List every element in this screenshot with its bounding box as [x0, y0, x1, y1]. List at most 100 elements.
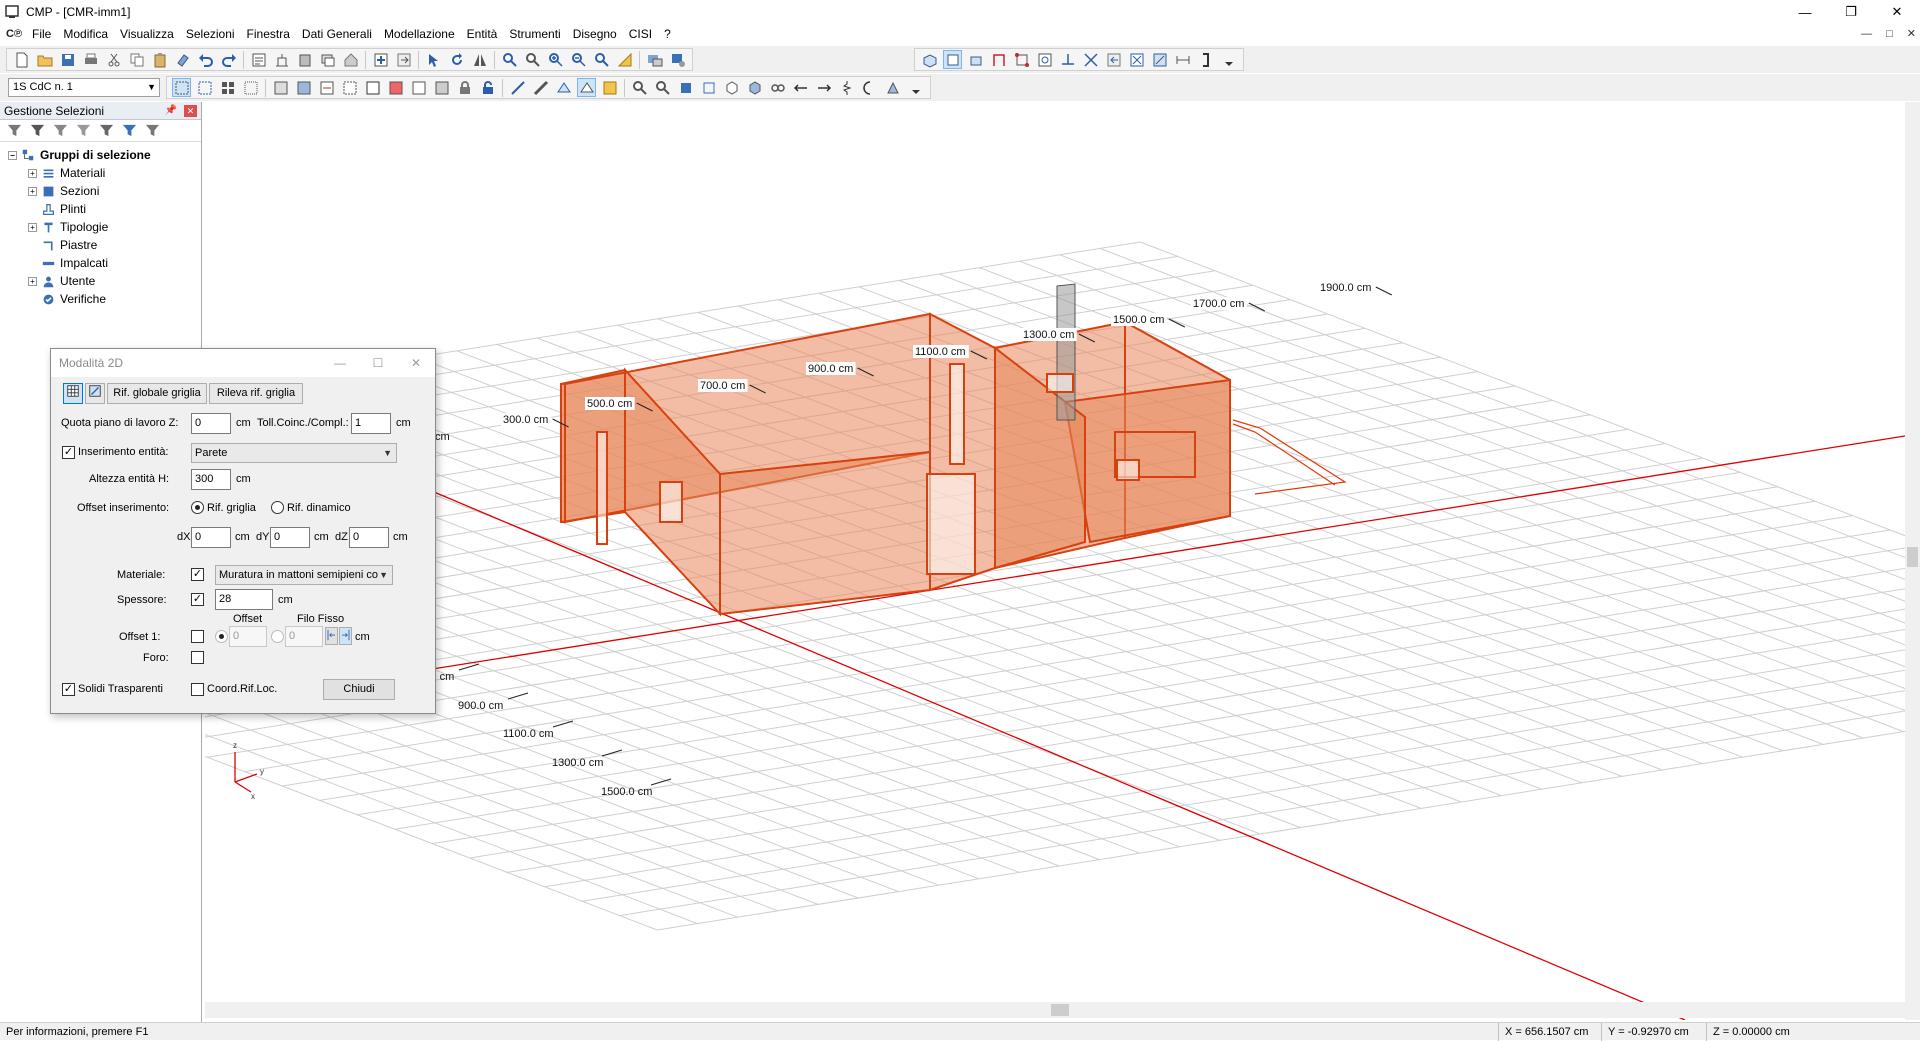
- door-front[interactable]: [926, 473, 976, 575]
- tree-item-materiali[interactable]: + Materiali: [0, 164, 201, 182]
- align-right-icon[interactable]: [339, 627, 352, 645]
- solid-view-icon[interactable]: [676, 78, 695, 97]
- more2-dropdown-icon[interactable]: [906, 78, 925, 97]
- new-file-icon[interactable]: [12, 50, 31, 69]
- dz-input[interactable]: 0: [349, 527, 389, 548]
- view-front-icon[interactable]: [943, 50, 962, 69]
- menu-finestra[interactable]: Finestra: [241, 24, 296, 44]
- menu-cisi[interactable]: CISI: [623, 24, 658, 44]
- dimension-icon[interactable]: [1173, 50, 1192, 69]
- draw-wall-icon[interactable]: [531, 78, 550, 97]
- insert-entity-select[interactable]: Parete ▼: [191, 443, 397, 463]
- filter-e-icon[interactable]: [363, 78, 382, 97]
- filter-g-icon[interactable]: [409, 78, 428, 97]
- select-grid-icon[interactable]: [218, 78, 237, 97]
- menu-file[interactable]: File: [26, 24, 57, 44]
- offset-radio[interactable]: [215, 630, 228, 643]
- menu-help[interactable]: ?: [658, 24, 677, 44]
- tree-item-impalcati[interactable]: Impalcati: [0, 254, 201, 272]
- import-icon[interactable]: [1104, 50, 1123, 69]
- dialog-maximize-button[interactable]: ☐: [359, 349, 397, 377]
- quota-input[interactable]: 0: [191, 413, 231, 434]
- layers-icon[interactable]: [318, 50, 337, 69]
- view-side-icon[interactable]: [966, 50, 985, 69]
- snap-icon[interactable]: [600, 78, 619, 97]
- offset-input[interactable]: 0: [229, 626, 267, 647]
- tree-item-plinti[interactable]: Plinti: [0, 200, 201, 218]
- report-icon[interactable]: [249, 50, 268, 69]
- window-annex-inner[interactable]: [1116, 459, 1140, 481]
- dx-input[interactable]: 0: [191, 527, 231, 548]
- expand-icon[interactable]: +: [28, 168, 37, 178]
- model-viewport[interactable]: 100.0 cm300.0 cm500.0 cm700.0 cm900.0 cm…: [205, 102, 1905, 1020]
- menu-disegno[interactable]: Disegno: [567, 24, 623, 44]
- tree-item-utente[interactable]: + Utente: [0, 272, 201, 290]
- height-input[interactable]: 300: [191, 469, 231, 490]
- cycle-icon[interactable]: [860, 78, 879, 97]
- tree-item-piastre[interactable]: Piastre: [0, 236, 201, 254]
- tree-item-verifiche[interactable]: Verifiche: [0, 290, 201, 308]
- minimize-button[interactable]: —: [1782, 0, 1828, 24]
- print-icon[interactable]: [81, 50, 100, 69]
- pointer-icon[interactable]: [424, 50, 443, 69]
- expand-icon[interactable]: +: [28, 186, 37, 196]
- filter-clear-icon[interactable]: [75, 122, 92, 139]
- filter-a-icon[interactable]: [271, 78, 290, 97]
- mdi-minimize-button[interactable]: —: [1861, 24, 1872, 44]
- filter-h-icon[interactable]: [432, 78, 451, 97]
- grid-3d-icon[interactable]: [554, 78, 573, 97]
- link-icon[interactable]: [768, 78, 787, 97]
- nodes-icon[interactable]: [1012, 50, 1031, 69]
- open-folder-icon[interactable]: [35, 50, 54, 69]
- swap-right-icon[interactable]: [814, 78, 833, 97]
- section-view-icon[interactable]: [1035, 50, 1054, 69]
- material-view-icon[interactable]: [883, 78, 902, 97]
- filter-d-icon[interactable]: [340, 78, 359, 97]
- dialog-close-icon[interactable]: ✕: [397, 349, 435, 377]
- filter-export-icon[interactable]: [144, 122, 161, 139]
- render-settings-icon[interactable]: [645, 50, 664, 69]
- rotate-icon[interactable]: [447, 50, 466, 69]
- close-dialog-button[interactable]: Chiudi: [323, 679, 395, 700]
- grid-edit-icon[interactable]: [1150, 50, 1169, 69]
- grid-ref-radio[interactable]: [191, 501, 204, 514]
- shade-view-icon[interactable]: [745, 78, 764, 97]
- insert-entity-checkbox[interactable]: ✓: [62, 446, 75, 459]
- draw-line-icon[interactable]: [508, 78, 527, 97]
- tree-item-tipologie[interactable]: + Tipologie: [0, 218, 201, 236]
- menu-logo[interactable]: C℗: [0, 28, 26, 40]
- unlock-icon[interactable]: [478, 78, 497, 97]
- menu-entita[interactable]: Entità: [461, 24, 504, 44]
- zoom-pan-icon[interactable]: [523, 50, 542, 69]
- horizontal-scroll-thumb[interactable]: [1051, 1004, 1069, 1016]
- fit-icon[interactable]: [1127, 50, 1146, 69]
- view-iso-icon[interactable]: [920, 50, 939, 69]
- menu-modifica[interactable]: Modifica: [57, 24, 114, 44]
- wall-front-right[interactable]: [719, 450, 931, 616]
- zoom-icon[interactable]: [500, 50, 519, 69]
- spring-icon[interactable]: [837, 78, 856, 97]
- wire-view-icon[interactable]: [699, 78, 718, 97]
- lock-icon[interactable]: [455, 78, 474, 97]
- load-case-select[interactable]: 1S CdC n. 1 ▼: [8, 78, 160, 97]
- display-options-icon[interactable]: [668, 50, 687, 69]
- copy-icon[interactable]: [127, 50, 146, 69]
- horizontal-scrollbar[interactable]: [205, 1002, 1905, 1018]
- window-front[interactable]: [659, 481, 683, 523]
- zoom-in-icon[interactable]: [546, 50, 565, 69]
- dialog-minimize-button[interactable]: —: [321, 349, 359, 377]
- grid-mode-icon[interactable]: [63, 383, 83, 404]
- align-left-icon[interactable]: [325, 627, 338, 645]
- vertical-scrollbar[interactable]: [1905, 102, 1920, 1020]
- building-icon[interactable]: [295, 50, 314, 69]
- detect-grid-ref-button[interactable]: Rileva rif. griglia: [209, 383, 303, 404]
- menu-modellazione[interactable]: Modellazione: [378, 24, 461, 44]
- box-view-icon[interactable]: [722, 78, 741, 97]
- paste-icon[interactable]: [150, 50, 169, 69]
- expand-icon[interactable]: +: [28, 276, 37, 286]
- filter-remove-icon[interactable]: [52, 122, 69, 139]
- menu-visualizza[interactable]: Visualizza: [114, 24, 180, 44]
- mirror-icon[interactable]: [470, 50, 489, 69]
- export-icon[interactable]: [394, 50, 413, 69]
- maximize-button[interactable]: ❐: [1828, 0, 1874, 24]
